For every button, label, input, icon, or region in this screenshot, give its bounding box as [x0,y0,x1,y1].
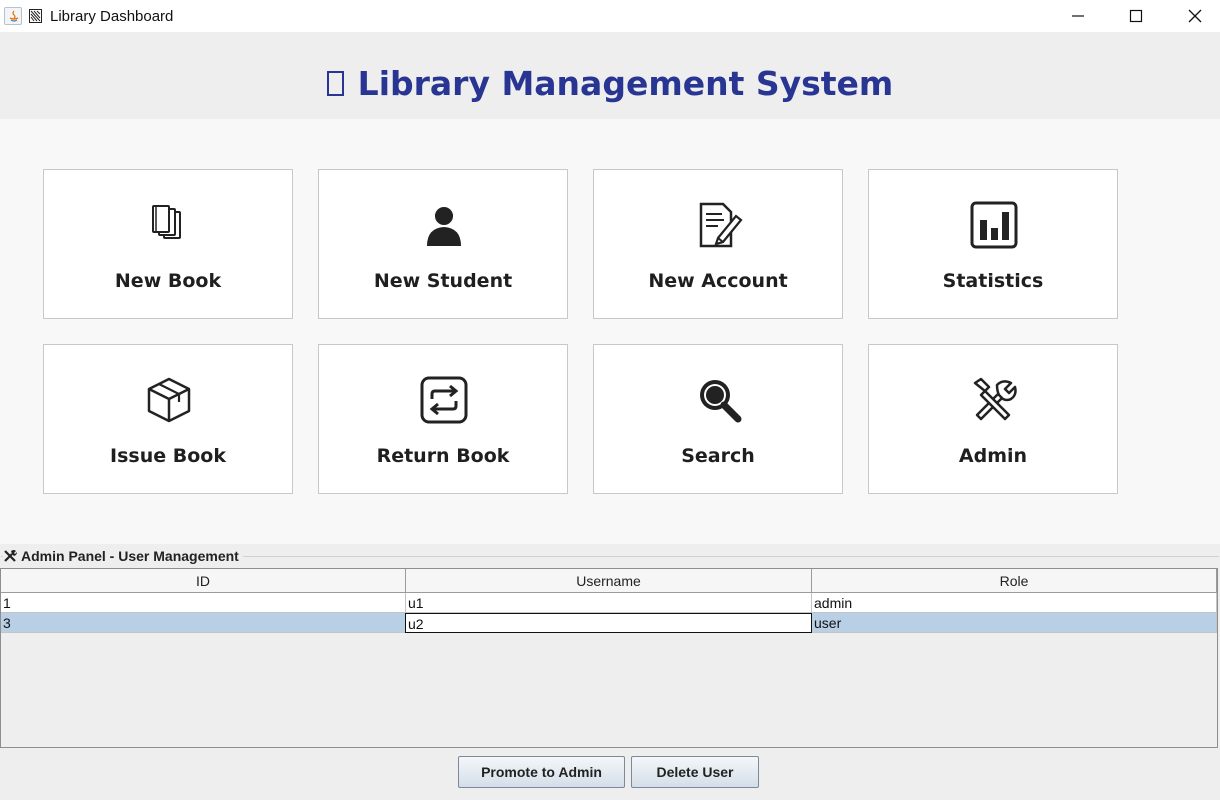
column-header-role[interactable]: Role [812,569,1217,593]
window-titlebar: Library Dashboard [0,0,1220,32]
tile-label: Search [681,445,755,467]
tile-label: Issue Book [110,445,226,467]
new-student-tile[interactable]: New Student [318,169,568,319]
books-icon [152,205,181,239]
library-app-icon [29,9,42,23]
cell-id[interactable]: 1 [1,593,406,613]
close-icon [1188,9,1202,23]
repeat-icon [420,376,468,424]
minimize-button[interactable] [1049,0,1107,32]
minimize-icon [1072,15,1084,17]
table-row-selected[interactable]: 3 u2 user [1,613,1217,633]
tile-label: New Student [373,270,513,292]
page-title-text: Library Management System [357,64,894,103]
tile-label: Return Book [376,445,510,467]
cell-username[interactable]: u1 [406,593,812,613]
return-book-tile[interactable]: Return Book [318,344,568,494]
new-book-tile[interactable]: New Book [43,169,293,319]
admin-tile[interactable]: Admin [868,344,1118,494]
app-header: Library Management System [0,32,1220,119]
tools-icon [973,377,1017,421]
admin-panel: Admin Panel - User Management ID Usernam… [0,544,1220,800]
statistics-tile[interactable]: Statistics [868,169,1118,319]
cell-role[interactable]: admin [812,593,1217,613]
page-title: Library Management System [0,64,1220,104]
tile-label: Statistics [942,270,1044,292]
new-account-tile[interactable]: New Account [593,169,843,319]
cell-id[interactable]: 3 [1,613,406,633]
window-title: Library Dashboard [50,8,174,25]
column-header-id[interactable]: ID [1,569,406,593]
promote-to-admin-button[interactable]: Promote to Admin [458,756,625,788]
cell-username[interactable]: u2 [405,613,812,633]
issue-book-tile[interactable]: Issue Book [43,344,293,494]
maximize-button[interactable] [1107,0,1165,32]
table-row[interactable]: 1 u1 admin [1,593,1217,613]
dashboard-grid: New Book New Student New Account Statist… [0,119,1220,544]
bar-chart-icon [970,201,1018,249]
package-icon [147,377,191,423]
admin-panel-title-text: Admin Panel - User Management [21,548,239,564]
close-button[interactable] [1166,0,1220,32]
column-header-username[interactable]: Username [406,569,812,593]
delete-user-button[interactable]: Delete User [631,756,759,788]
search-tile[interactable]: Search [593,344,843,494]
magnifier-icon [700,380,742,423]
cell-role[interactable]: user [812,613,1217,633]
user-table[interactable]: ID Username Role 1 u1 admin 3 u2 user [0,568,1218,748]
missing-glyph-icon [326,71,344,96]
tile-label: New Book [114,270,222,292]
java-app-icon [4,7,22,25]
edit-document-icon [699,202,743,248]
student-icon [427,207,461,246]
tools-icon [4,550,17,562]
maximize-icon [1129,9,1143,23]
table-header: ID Username Role [1,569,1217,593]
admin-panel-title: Admin Panel - User Management [3,548,243,564]
tile-label: New Account [648,270,788,292]
tile-label: Admin [958,445,1028,467]
